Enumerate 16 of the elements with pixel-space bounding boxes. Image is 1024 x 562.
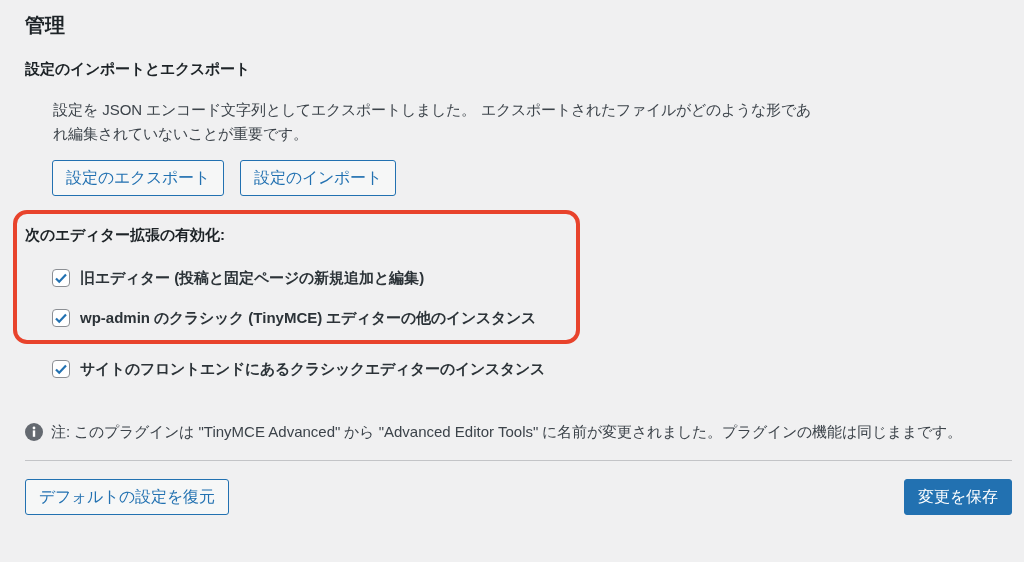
description-text: 設定を JSON エンコード文字列としてエクスポートしました。 エクスポートされたファイルがどのような形であれ編集されていないことが重要です。 xyxy=(53,100,812,144)
note-text: 注: このプラグインは "TinyMCE Advanced" から "Advanced Editor Tools" に名前が変更されました。プラグインの機能は同じままです。 xyxy=(51,422,963,442)
page-title: 管理 xyxy=(25,13,66,38)
checkbox[interactable] xyxy=(52,268,70,287)
checkbox-label: 旧エディター (投稿と固定ページの新規追加と編集) xyxy=(80,267,425,288)
save-button[interactable]: 変更を保存 xyxy=(904,479,1012,515)
import-button[interactable]: 設定のインポート xyxy=(240,160,396,196)
checkbox-label: wp-admin のクラシック (TinyMCE) エディターの他のインスタンス xyxy=(80,308,537,328)
restore-defaults-button[interactable]: デフォルトの設定を復元 xyxy=(25,479,229,515)
checkbox[interactable] xyxy=(52,359,70,378)
section-heading: 設定のインポートとエクスポート xyxy=(25,60,251,78)
checkbox-label: サイトのフロントエンドにあるクラシックエディターのインスタンス xyxy=(80,358,545,379)
section-heading: 次のエディター拡張の有効化: xyxy=(25,225,226,245)
checkbox[interactable] xyxy=(52,309,70,328)
info-icon xyxy=(25,423,43,441)
export-button[interactable]: 設定のエクスポート xyxy=(52,160,224,196)
